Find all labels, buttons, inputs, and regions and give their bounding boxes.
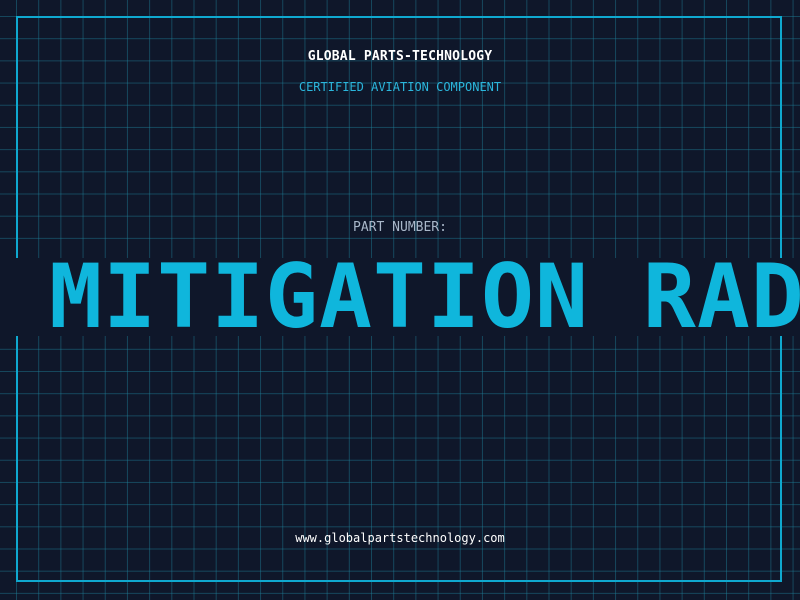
part-number-value: COLLISION MITIGATION RADAR SENSOR [0, 258, 800, 336]
company-name: GLOBAL PARTS-TECHNOLOGY [307, 49, 493, 64]
part-number-label: PART NUMBER: [353, 220, 447, 235]
part-number-banner: COLLISION MITIGATION RADAR SENSOR [0, 258, 800, 336]
website-url: www.globalpartstechnology.com [295, 531, 505, 545]
certification-tagline: CERTIFIED AVIATION COMPONENT [298, 80, 502, 94]
